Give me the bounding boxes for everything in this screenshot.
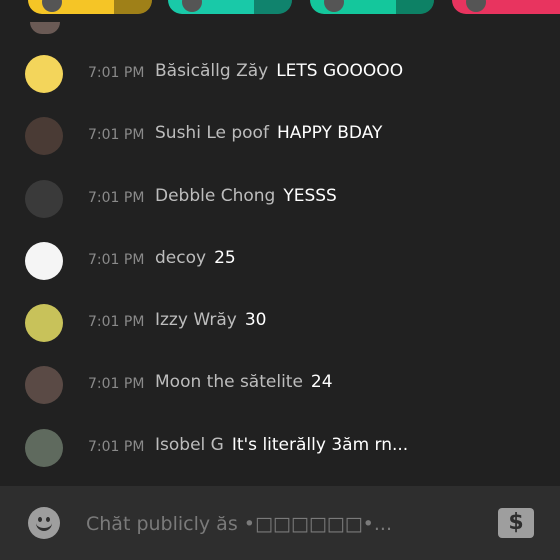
chat-message: 7:01 PM Moon the sătelite 24 — [0, 351, 560, 413]
avatar[interactable] — [25, 429, 63, 467]
dollar-icon[interactable]: $ — [498, 508, 534, 538]
message-time: 7:01 PM — [88, 439, 145, 455]
message-time: 7:01 PM — [88, 127, 145, 143]
avatar[interactable] — [25, 180, 63, 218]
message-time: 7:01 PM — [88, 314, 145, 330]
smiley-icon[interactable] — [28, 507, 60, 539]
chip-avatar — [466, 0, 486, 12]
chat-input[interactable] — [86, 510, 466, 538]
message-text: 24 — [310, 372, 333, 392]
message-text: It's literălly 3ăm rn... — [231, 435, 409, 455]
message-author[interactable]: Sushi Le poof — [155, 123, 269, 143]
message-text: 25 — [214, 248, 236, 268]
top-chip-1[interactable] — [168, 0, 292, 14]
message-time: 7:01 PM — [88, 376, 145, 392]
chat-message: 7:01 PM Sushi Le poof HAPPY BDAY — [0, 102, 560, 164]
chat-message: 7:01 PM Debble Chong YESSS — [0, 165, 560, 227]
message-text: HAPPY BDAY — [276, 123, 383, 143]
avatar[interactable] — [25, 304, 63, 342]
top-chip-0[interactable] — [28, 0, 152, 14]
avatar — [30, 22, 60, 34]
chip-avatar — [324, 0, 344, 12]
message-author[interactable]: Isobel G — [155, 435, 224, 455]
avatar[interactable] — [25, 242, 63, 280]
chip-avatar — [42, 0, 62, 12]
avatar[interactable] — [25, 366, 63, 404]
chat-message: 7:01 PM Izzy Wrăy 30 — [0, 289, 560, 351]
message-author[interactable]: decoy — [155, 248, 206, 268]
top-chip-bar — [0, 0, 560, 26]
message-author[interactable]: Debble Chong — [155, 186, 275, 206]
chat-compose-bar: $ — [0, 486, 560, 560]
chat-message: 7:01 PM Băsicăllg Zăy LETS GOOOOO — [0, 40, 560, 102]
message-text: YESSS — [283, 186, 337, 206]
message-text: LETS GOOOOO — [276, 61, 404, 81]
avatar[interactable] — [25, 117, 63, 155]
top-chip-2[interactable] — [310, 0, 434, 14]
message-author[interactable]: Izzy Wrăy — [155, 310, 237, 330]
chat-message: 7:01 PM decoy 25 — [0, 227, 560, 289]
top-chip-3[interactable] — [452, 0, 560, 14]
chip-avatar — [182, 0, 202, 12]
message-text: 30 — [244, 310, 267, 330]
message-time: 7:01 PM — [88, 190, 145, 206]
chat-message: 7:01 PM Isobel G It's literălly 3ăm rn... — [0, 414, 560, 476]
message-author[interactable]: Moon the sătelite — [155, 372, 303, 392]
avatar[interactable] — [25, 55, 63, 93]
message-time: 7:01 PM — [88, 65, 145, 81]
message-author[interactable]: Băsicăllg Zăy — [155, 61, 268, 81]
message-time: 7:01 PM — [88, 252, 145, 268]
